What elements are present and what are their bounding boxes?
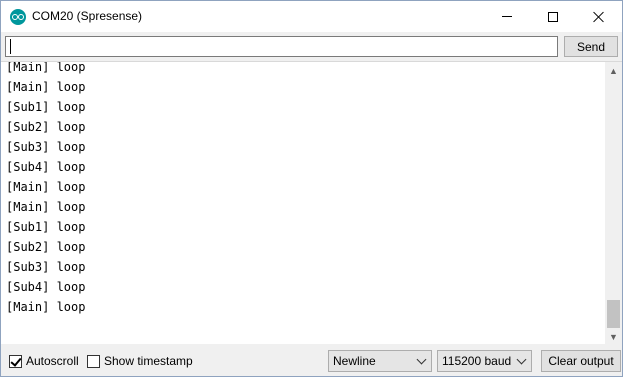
output-line: [Sub1] loop: [6, 220, 86, 234]
output-line: [Sub1] loop: [6, 100, 86, 114]
maximize-button[interactable]: [530, 1, 576, 32]
show-timestamp-label: Show timestamp: [104, 354, 193, 368]
timestamp-check-icon[interactable]: [87, 354, 100, 368]
send-button[interactable]: Send: [564, 36, 618, 57]
scroll-up-icon[interactable]: ▲: [605, 62, 622, 79]
output-line: [Sub2] loop: [6, 240, 86, 254]
output-line: [Sub4] loop: [6, 160, 86, 174]
close-icon: [593, 11, 605, 23]
autoscroll-label: Autoscroll: [26, 354, 79, 368]
chevron-down-icon: [516, 354, 527, 365]
serial-input[interactable]: [5, 36, 558, 57]
scrollbar-thumb[interactable]: [607, 300, 620, 328]
serial-output[interactable]: [Main] loop [Main] loop [Sub1] loop [Sub2] …: [1, 61, 622, 344]
maximize-icon: [548, 11, 558, 22]
output-line: [Main] loop: [6, 200, 86, 214]
serial-monitor-window: COM20 (Spresense) Send [Main] loop [Main]…: [0, 0, 623, 377]
line-ending-select[interactable]: Newline: [328, 350, 432, 372]
minimize-button[interactable]: [484, 1, 530, 32]
status-bar: Autoscroll Show timestamp Newline 115200…: [1, 344, 622, 376]
minimize-icon: [502, 16, 512, 17]
output-line: [Main] loop: [6, 300, 86, 314]
autoscroll-check-icon[interactable]: [9, 354, 22, 368]
input-bar: Send: [1, 32, 622, 61]
scroll-down-icon[interactable]: ▼: [605, 328, 622, 344]
window-title: COM20 (Spresense): [32, 9, 143, 23]
output-lines: [Main] loop [Main] loop [Sub1] loop [Sub2] …: [6, 61, 86, 317]
show-timestamp-checkbox[interactable]: Show timestamp: [87, 354, 193, 368]
output-line: [Sub4] loop: [6, 280, 86, 294]
text-caret: [10, 39, 11, 54]
title-bar: COM20 (Spresense): [1, 1, 622, 32]
line-ending-value: Newline: [333, 354, 376, 368]
output-line: [Sub3] loop: [6, 260, 86, 274]
output-line: [Main] loop: [6, 80, 86, 94]
arduino-icon: [10, 9, 26, 25]
autoscroll-checkbox[interactable]: Autoscroll: [9, 354, 79, 368]
output-line: [Main] loop: [6, 61, 86, 74]
baud-rate-value: 115200 baud: [442, 354, 512, 368]
output-line: [Sub3] loop: [6, 140, 86, 154]
baud-rate-select[interactable]: 115200 baud: [437, 350, 532, 372]
output-line: [Main] loop: [6, 180, 86, 194]
chevron-down-icon: [416, 354, 427, 365]
vertical-scrollbar[interactable]: ▲ ▼: [605, 62, 622, 344]
clear-output-button[interactable]: Clear output: [541, 350, 621, 372]
output-line: [Sub2] loop: [6, 120, 86, 134]
close-button[interactable]: [576, 1, 622, 32]
